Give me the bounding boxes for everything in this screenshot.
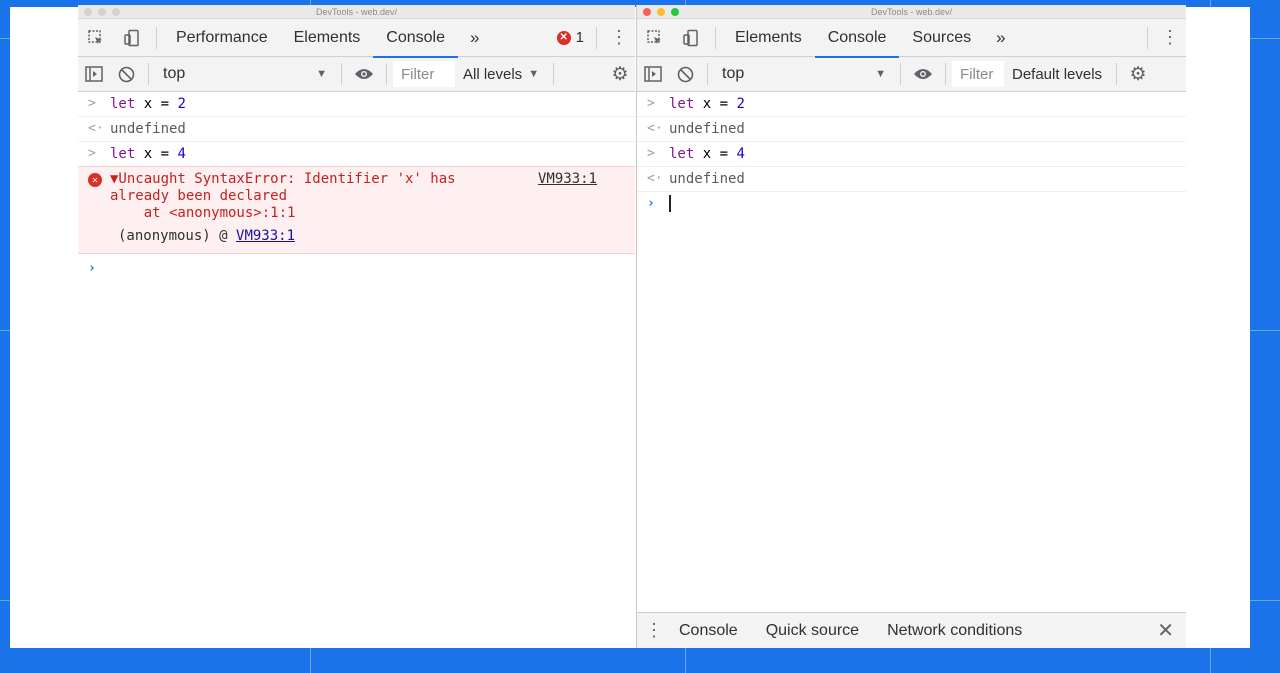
- drawer-menu-icon[interactable]: ⋮: [637, 620, 671, 641]
- more-tabs-icon[interactable]: »: [458, 19, 491, 57]
- more-tabs-icon[interactable]: »: [984, 19, 1017, 57]
- input-marker: >: [647, 96, 655, 111]
- console-input-entry: > let x = 4: [637, 142, 1186, 167]
- tab-elements[interactable]: Elements: [722, 19, 815, 57]
- tab-sources[interactable]: Sources: [899, 19, 984, 57]
- divider: [945, 63, 946, 85]
- divider: [341, 63, 342, 85]
- log-levels-label: All levels: [463, 65, 523, 83]
- dropdown-arrow-icon: ▼: [316, 68, 327, 80]
- console-output: > let x = 2 <· undefined > let x = 4 <· …: [637, 92, 1186, 216]
- more-options-icon[interactable]: ⋮: [1154, 19, 1186, 57]
- dropdown-arrow-icon: ▼: [875, 68, 886, 80]
- console-toolbar: top ▼ Filter Default levels ⚙: [637, 57, 1186, 92]
- stack-trace: (anonymous) @ VM933:1: [118, 228, 296, 244]
- console-return-entry: <· undefined: [637, 117, 1186, 142]
- close-icon[interactable]: ✕: [1157, 618, 1186, 643]
- console-input-entry: > let x = 2: [78, 92, 635, 117]
- error-source-link[interactable]: VM933:1: [538, 171, 597, 188]
- context-label: top: [163, 65, 186, 82]
- context-selector[interactable]: top ▼: [714, 57, 894, 92]
- panel-tab-bar: Performance Elements Console » ✕ 1 ⋮: [78, 19, 635, 58]
- drawer-tab-quick-source[interactable]: Quick source: [758, 622, 869, 640]
- live-expression-eye-icon[interactable]: [907, 57, 939, 92]
- log-levels-dropdown[interactable]: All levels ▼: [455, 66, 547, 83]
- window-controls[interactable]: [84, 8, 120, 16]
- console-return-entry: <· undefined: [78, 117, 635, 142]
- input-marker: >: [88, 96, 96, 111]
- console-prompt[interactable]: ›: [637, 192, 1186, 216]
- tab-console[interactable]: Console: [373, 19, 458, 58]
- divider: [148, 63, 149, 85]
- divider: [156, 26, 157, 49]
- drawer-tab-bar: ⋮ Console Quick source Network condition…: [637, 612, 1186, 648]
- panel-tab-bar: Elements Console Sources » ⋮: [637, 19, 1186, 58]
- drawer-tab-network-conditions[interactable]: Network conditions: [879, 622, 1032, 640]
- return-marker: <·: [647, 121, 663, 136]
- tab-console[interactable]: Console: [814, 19, 900, 58]
- log-levels-dropdown[interactable]: Default levels: [1004, 66, 1110, 83]
- live-expression-eye-icon[interactable]: [348, 57, 380, 92]
- divider: [715, 26, 716, 49]
- title-bar: DevTools - web.dev/: [637, 5, 1186, 19]
- log-levels-label: Default levels: [1012, 65, 1103, 83]
- filter-input[interactable]: Filter: [952, 61, 1004, 87]
- error-counter[interactable]: ✕ 1: [556, 29, 590, 46]
- inspect-element-icon[interactable]: [78, 19, 114, 57]
- sidebar-toggle-icon[interactable]: [78, 57, 110, 92]
- error-icon: ✕: [88, 173, 102, 187]
- clear-console-icon[interactable]: [110, 57, 142, 92]
- device-toolbar-icon[interactable]: [114, 19, 150, 57]
- dropdown-arrow-icon: ▼: [528, 68, 540, 80]
- console-output: > let x = 2 <· undefined > let x = 4 ✕ ▼…: [78, 92, 635, 281]
- console-input-entry: > let x = 2: [637, 92, 1186, 117]
- console-return-entry: <· undefined: [637, 167, 1186, 192]
- more-options-icon[interactable]: ⋮: [603, 19, 635, 57]
- console-toolbar: top ▼ Filter All levels ▼ ⚙: [78, 57, 635, 92]
- clear-console-icon[interactable]: [669, 57, 701, 92]
- window-title: DevTools - web.dev/: [315, 7, 398, 17]
- title-bar: DevTools - web.dev/: [78, 5, 635, 19]
- tab-elements[interactable]: Elements: [281, 19, 374, 57]
- gear-icon[interactable]: ⚙: [1123, 57, 1153, 92]
- divider: [1147, 26, 1148, 49]
- window-controls[interactable]: [643, 8, 679, 16]
- divider: [553, 63, 555, 85]
- divider: [900, 63, 901, 85]
- return-marker: <·: [647, 171, 663, 186]
- input-marker: >: [647, 146, 655, 161]
- divider: [707, 63, 708, 85]
- context-label: top: [722, 65, 745, 82]
- console-prompt[interactable]: ›: [78, 254, 635, 281]
- prompt-icon: ›: [647, 196, 655, 211]
- stack-trace-link[interactable]: VM933:1: [236, 228, 295, 244]
- error-text[interactable]: ▼Uncaught SyntaxError: Identifier 'x' ha…: [110, 171, 456, 222]
- gear-icon[interactable]: ⚙: [605, 57, 635, 92]
- prompt-icon: ›: [88, 261, 96, 276]
- devtools-window-right: DevTools - web.dev/ Elements Console Sou…: [636, 5, 1186, 648]
- sidebar-toggle-icon[interactable]: [637, 57, 669, 92]
- input-marker: >: [88, 146, 96, 161]
- error-count: 1: [575, 29, 584, 46]
- error-icon: ✕: [556, 30, 571, 45]
- divider: [1116, 63, 1117, 85]
- tab-performance[interactable]: Performance: [163, 19, 281, 57]
- text-cursor: [669, 195, 671, 212]
- return-marker: <·: [88, 121, 104, 136]
- filter-input[interactable]: Filter: [393, 61, 455, 87]
- context-selector[interactable]: top ▼: [155, 57, 335, 92]
- drawer-tab-console[interactable]: Console: [671, 622, 748, 640]
- devtools-window-left: DevTools - web.dev/ Performance Elements…: [78, 5, 635, 648]
- console-input-entry: > let x = 4: [88, 146, 186, 162]
- error-message: ✕ ▼Uncaught SyntaxError: Identifier 'x' …: [78, 166, 635, 254]
- divider: [386, 63, 387, 85]
- window-title: DevTools - web.dev/: [870, 7, 953, 17]
- device-toolbar-icon[interactable]: [673, 19, 709, 57]
- divider: [596, 26, 597, 49]
- inspect-element-icon[interactable]: [637, 19, 673, 57]
